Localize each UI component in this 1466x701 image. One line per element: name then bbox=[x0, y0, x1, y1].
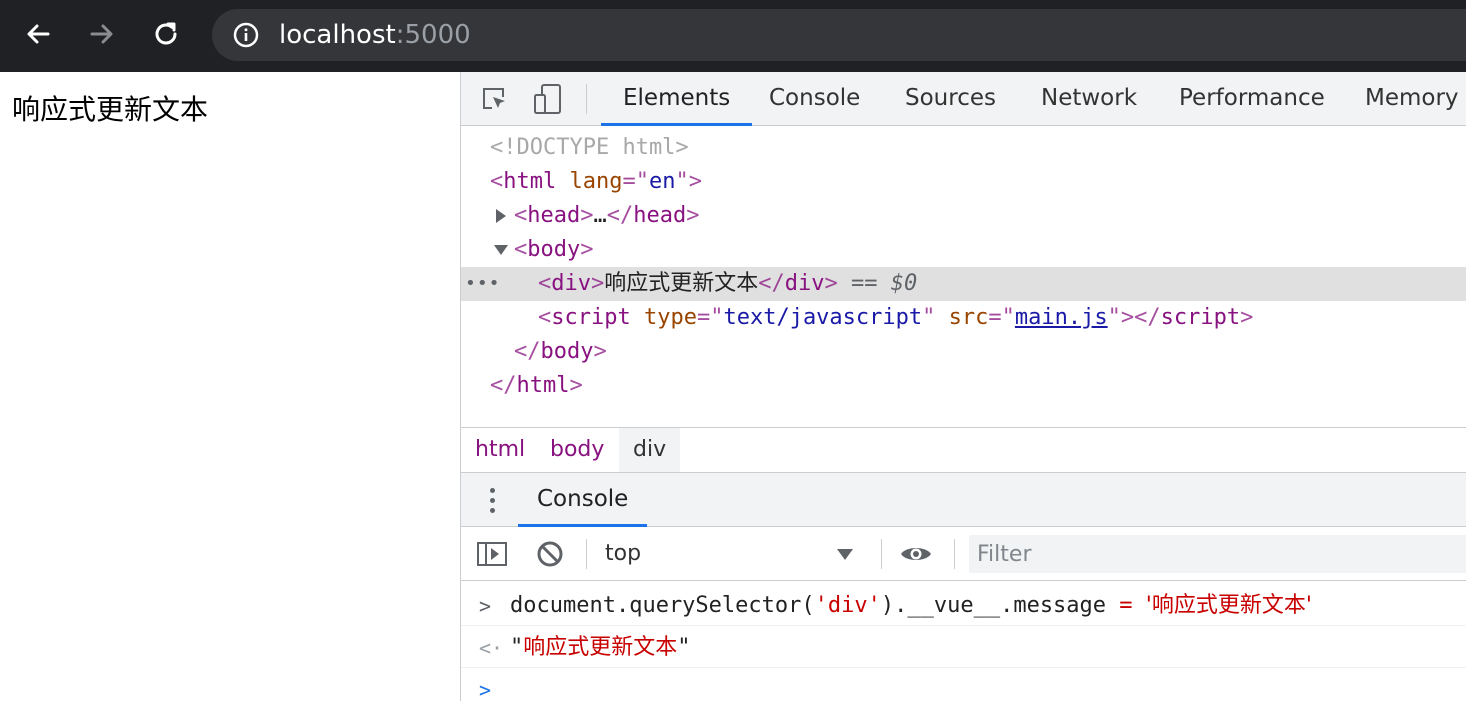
clear-console-icon bbox=[537, 541, 563, 567]
breadcrumb-div[interactable]: div bbox=[619, 428, 681, 472]
div-tag-name: div bbox=[551, 271, 591, 296]
expand-triangle-icon[interactable] bbox=[496, 209, 506, 223]
console-prompt-line[interactable]: > bbox=[461, 670, 1466, 701]
devtools-panel: Elements Console Sources Network Perform… bbox=[460, 72, 1466, 701]
url-text[interactable]: localhost:5000 bbox=[279, 20, 471, 50]
lang-attr: lang bbox=[569, 169, 623, 194]
address-bar[interactable]: localhost:5000 bbox=[212, 9, 1466, 61]
context-selector[interactable]: top bbox=[591, 535, 869, 573]
clear-console-button[interactable] bbox=[533, 539, 567, 569]
console-filter-input[interactable] bbox=[969, 535, 1466, 573]
result-open-quote: " bbox=[510, 635, 524, 660]
breadcrumb-body[interactable]: body bbox=[536, 428, 618, 472]
forward-button[interactable] bbox=[82, 14, 122, 54]
toolbar-separator bbox=[954, 539, 955, 569]
console-input-entry: > document.querySelector('div').__vue__.… bbox=[461, 586, 1466, 626]
type-value: text/javascript bbox=[723, 305, 923, 330]
console-result-entry: <· "响应式更新文本" bbox=[461, 628, 1466, 668]
src-link[interactable]: main.js bbox=[1015, 305, 1108, 330]
dropdown-arrow-icon bbox=[837, 549, 853, 560]
toolbar-separator bbox=[881, 539, 882, 569]
html-close-tag-name: html bbox=[516, 373, 570, 398]
drawer-tab-console[interactable]: Console bbox=[518, 473, 648, 527]
code-prefix: document.querySelector( bbox=[510, 593, 815, 618]
tree-node-script[interactable]: <script type="text/javascript" src="main… bbox=[461, 301, 1466, 335]
sidebar-toggle-icon bbox=[477, 542, 507, 566]
code-eq: = bbox=[1106, 593, 1146, 618]
back-button[interactable] bbox=[18, 14, 58, 54]
result-arrow-icon: <· bbox=[479, 636, 504, 660]
info-circle-icon[interactable] bbox=[232, 21, 260, 49]
div-close-tag-name: div bbox=[784, 271, 825, 296]
inspect-element-button[interactable] bbox=[477, 82, 511, 116]
page-div-text: 响应式更新文本 bbox=[12, 93, 209, 126]
drawer-header: Console bbox=[461, 473, 1466, 527]
body-close-tag-name: body bbox=[540, 339, 594, 364]
eye-icon bbox=[901, 548, 931, 560]
body-tag-name: body bbox=[527, 237, 581, 262]
drawer-menu-icon[interactable] bbox=[483, 487, 503, 515]
browser-toolbar: localhost:5000 bbox=[0, 0, 1466, 72]
tree-node-html-close[interactable]: </html> bbox=[461, 369, 1466, 403]
code-mid: ).__vue__.message bbox=[880, 593, 1107, 618]
result-value: 响应式更新文本 bbox=[523, 635, 678, 660]
url-host: localhost bbox=[279, 20, 396, 50]
arrow-right-icon bbox=[90, 24, 113, 44]
tree-node-html[interactable]: <html lang="en"> bbox=[461, 165, 1466, 199]
tab-elements[interactable]: Elements bbox=[601, 72, 753, 126]
collapse-triangle-icon[interactable] bbox=[494, 245, 508, 255]
devtools-tabbar: Elements Console Sources Network Perform… bbox=[461, 72, 1466, 126]
head-close-tag-name: head bbox=[633, 203, 687, 228]
device-toolbar-button[interactable] bbox=[531, 82, 565, 116]
lang-value: en bbox=[648, 169, 676, 194]
live-expression-button[interactable] bbox=[899, 539, 933, 569]
script-close-tag-name: script bbox=[1160, 305, 1241, 330]
html-tag-name: html bbox=[503, 169, 557, 194]
tab-performance[interactable]: Performance bbox=[1157, 72, 1347, 126]
code-arg: 'div' bbox=[814, 593, 881, 618]
src-attr: src bbox=[948, 305, 989, 330]
doctype-text: <!DOCTYPE html> bbox=[490, 135, 689, 160]
eq-marker: == bbox=[851, 271, 878, 296]
result-close-quote: " bbox=[677, 635, 691, 660]
console-toolbar: top bbox=[461, 527, 1466, 581]
div-text-node: 响应式更新文本 bbox=[604, 271, 759, 296]
reload-icon bbox=[155, 22, 177, 45]
input-prompt-icon: > bbox=[479, 594, 492, 618]
url-port: :5000 bbox=[395, 20, 471, 50]
tab-memory[interactable]: Memory bbox=[1343, 72, 1466, 126]
toolbar-separator bbox=[586, 539, 587, 569]
type-attr: type bbox=[643, 305, 697, 330]
head-ellipsis: … bbox=[593, 203, 607, 228]
head-tag-name: head bbox=[527, 203, 581, 228]
tree-node-doctype[interactable]: <!DOCTYPE html> bbox=[461, 131, 1466, 165]
script-tag-name: script bbox=[551, 305, 631, 330]
inspect-cursor-icon bbox=[483, 88, 505, 109]
tree-node-head[interactable]: <head>…</head> bbox=[461, 199, 1466, 233]
tabbar-separator bbox=[586, 84, 587, 114]
tree-node-div-selected[interactable]: ••• <div>响应式更新文本</div> == $0 bbox=[461, 267, 1466, 301]
tab-console[interactable]: Console bbox=[747, 72, 882, 126]
breadcrumb: html body div bbox=[461, 427, 1466, 473]
dollar-zero-ref: $0 bbox=[890, 271, 918, 296]
elements-tree: <!DOCTYPE html> <html lang="en"> <head>…… bbox=[461, 127, 1466, 427]
arrow-left-icon bbox=[27, 24, 50, 44]
tree-node-body[interactable]: <body> bbox=[461, 233, 1466, 267]
reload-button[interactable] bbox=[146, 14, 186, 54]
tab-network[interactable]: Network bbox=[1019, 72, 1159, 126]
more-options-icon[interactable]: ••• bbox=[465, 267, 501, 301]
device-icon bbox=[534, 84, 561, 114]
page-viewport: 响应式更新文本 bbox=[0, 72, 460, 701]
show-sidebar-button[interactable] bbox=[475, 539, 509, 569]
tree-node-body-close[interactable]: </body> bbox=[461, 335, 1466, 369]
context-label: top bbox=[605, 541, 642, 566]
active-prompt-icon: > bbox=[479, 678, 492, 701]
tab-sources[interactable]: Sources bbox=[883, 72, 1018, 126]
breadcrumb-html[interactable]: html bbox=[461, 428, 539, 472]
code-value: '响应式更新文本' bbox=[1145, 593, 1312, 618]
